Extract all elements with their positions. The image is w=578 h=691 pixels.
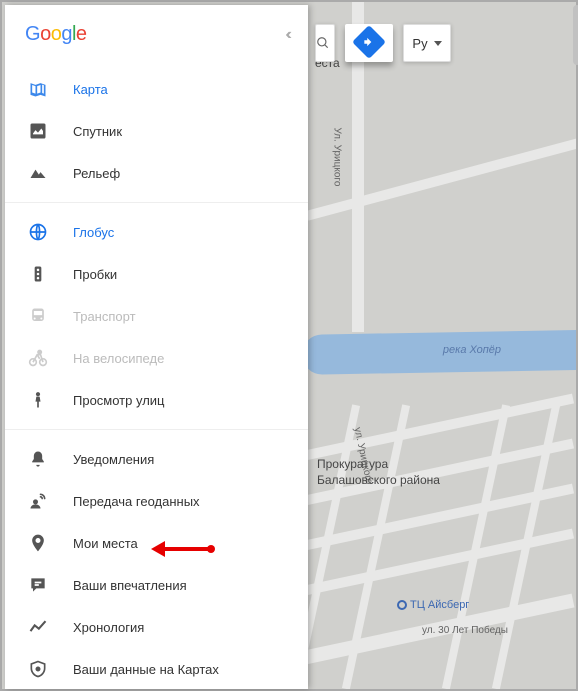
bicycle-icon [27,347,49,369]
sidebar-item-label: Хронология [73,620,144,635]
sidebar-item-label: Пробки [73,267,117,282]
sidebar-item-bicycle: На велосипеде [5,337,308,379]
globe-icon [27,221,49,243]
sidebar-item-label: Рельеф [73,166,120,181]
sidebar-item-traffic[interactable]: Пробки [5,253,308,295]
sidebar-item-streetview[interactable]: Просмотр улиц [5,379,308,421]
sidebar-menu: Google ‹‹ Карта Спутник Рельеф Глобус Пробки… [5,5,308,689]
review-icon [27,574,49,596]
satellite-icon [27,120,49,142]
sidebar-item-label: На велосипеде [73,351,164,366]
sidebar-item-transit: Транспорт [5,295,308,337]
language-label: Ру [412,36,427,51]
sidebar-item-label: Ваши впечатления [73,578,187,593]
map-icon [27,78,49,100]
sidebar-item-your-data[interactable]: Ваши данные на Картах [5,648,308,689]
sidebar-item-map[interactable]: Карта [5,68,308,110]
sidebar-item-label: Ваши данные на Картах [73,662,219,677]
timeline-icon [27,616,49,638]
sidebar-item-label: Карта [73,82,108,97]
sidebar-item-contributions[interactable]: Ваши впечатления [5,564,308,606]
sidebar-item-globe[interactable]: Глобус [5,211,308,253]
sidebar-item-your-places[interactable]: Мои места [5,522,308,564]
terrain-icon [27,162,49,184]
sidebar-item-timeline[interactable]: Хронология [5,606,308,648]
language-selector[interactable]: Ру [403,24,451,62]
river-label: река Хопёр [443,344,501,356]
search-box-fragment[interactable] [315,24,335,62]
transit-icon [27,305,49,327]
sidebar-item-label: Уведомления [73,452,154,467]
sidebar-item-terrain[interactable]: Рельеф [5,152,308,194]
sidebar-item-notifications[interactable]: Уведомления [5,438,308,480]
google-logo[interactable]: Google [25,23,87,46]
sidebar-item-label: Спутник [73,124,122,139]
sidebar-item-label: Транспорт [73,309,136,324]
sidebar-item-satellite[interactable]: Спутник [5,110,308,152]
chevron-down-icon [434,41,442,46]
bell-icon [27,448,49,470]
pegman-icon [27,389,49,411]
share-loc-icon [27,490,49,512]
sidebar-item-label: Просмотр улиц [73,393,165,408]
traffic-icon [27,263,49,285]
sidebar-item-location-sharing[interactable]: Передача геоданных [5,480,308,522]
directions-icon [352,25,386,59]
sidebar-item-label: Передача геоданных [73,494,200,509]
pin-icon [27,532,49,554]
search-icon [316,36,330,50]
directions-button[interactable] [345,24,393,62]
sidebar-item-label: Мои места [73,536,138,551]
sidebar-item-label: Глобус [73,225,114,240]
shield-icon [27,658,49,680]
collapse-sidebar-button[interactable]: ‹‹ [285,26,288,44]
scrollbar-thumb[interactable] [573,5,578,65]
